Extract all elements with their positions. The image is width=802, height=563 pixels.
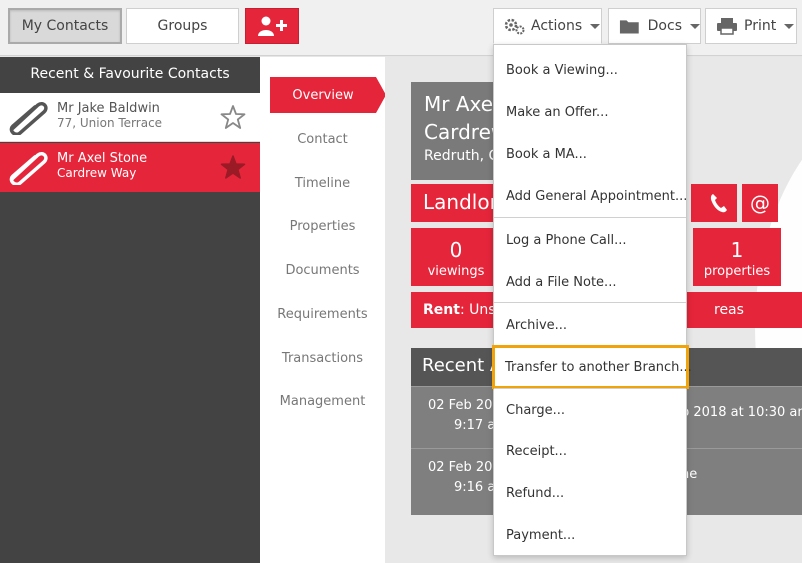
viewings-label: viewings xyxy=(427,264,485,279)
activity-description: b 2018 at 10:30 am xyxy=(681,405,802,420)
nav-management[interactable]: Management xyxy=(260,383,385,419)
recent-contacts-panel: Recent & Favourite Contacts Mr Jake Bald… xyxy=(0,57,268,563)
menu-divider xyxy=(494,302,686,303)
nav-contact[interactable]: Contact xyxy=(260,121,385,157)
rent-label: Rent xyxy=(423,302,460,318)
at-icon: @ xyxy=(750,191,770,215)
activity-date: 02 Feb 201 xyxy=(428,398,501,413)
menu-log-phone-call[interactable]: Log a Phone Call... xyxy=(494,219,686,261)
actions-dropdown-button[interactable]: Actions xyxy=(493,8,602,44)
email-button[interactable]: @ xyxy=(742,184,778,222)
menu-book-ma[interactable]: Book a MA... xyxy=(494,133,686,175)
folder-icon xyxy=(619,20,639,34)
nav-overview[interactable]: Overview xyxy=(270,77,386,113)
chevron-down-icon xyxy=(784,23,795,29)
printer-icon xyxy=(717,18,737,35)
properties-count: 1 xyxy=(730,238,744,262)
menu-book-viewing[interactable]: Book a Viewing... xyxy=(494,49,686,91)
recent-contacts-header: Recent & Favourite Contacts xyxy=(30,66,230,82)
viewings-count: 0 xyxy=(449,238,463,262)
paperclip-icon xyxy=(9,151,48,185)
menu-add-file-note[interactable]: Add a File Note... xyxy=(494,261,686,303)
rent-value: : Uns xyxy=(459,302,496,318)
add-person-icon xyxy=(258,16,287,36)
menu-make-offer[interactable]: Make an Offer... xyxy=(494,91,686,133)
call-button[interactable] xyxy=(701,184,737,222)
nav-timeline[interactable]: Timeline xyxy=(260,165,385,201)
rent-value-tail: reas xyxy=(714,302,744,318)
contact-item[interactable]: Mr Jake Baldwin 77, Union Terrace xyxy=(0,93,260,142)
chevron-down-icon xyxy=(690,23,700,29)
nav-properties[interactable]: Properties xyxy=(260,208,385,244)
docs-label: Docs xyxy=(647,18,682,34)
contact-type-badge: Landlord xyxy=(411,184,495,222)
menu-refund[interactable]: Refund... xyxy=(494,472,686,514)
menu-payment[interactable]: Payment... xyxy=(494,514,686,556)
star-outline-icon[interactable] xyxy=(220,104,246,130)
nav-label: Overview xyxy=(292,87,354,103)
contact-item-selected[interactable]: Mr Axel Stone Cardrew Way xyxy=(0,143,268,192)
menu-transfer-branch[interactable]: Transfer to another Branch... xyxy=(492,345,692,389)
menu-receipt[interactable]: Receipt... xyxy=(494,430,686,472)
nav-transactions[interactable]: Transactions xyxy=(260,340,385,376)
gears-icon xyxy=(504,18,525,35)
menu-divider xyxy=(494,217,686,218)
actions-dropdown-menu: Book a Viewing... Make an Offer... Book … xyxy=(492,44,692,556)
properties-label: properties xyxy=(703,264,771,279)
menu-add-general-appointment[interactable]: Add General Appointment... xyxy=(494,175,687,217)
actions-label: Actions xyxy=(531,18,583,34)
print-dropdown-button[interactable]: Print xyxy=(705,8,797,44)
nav-requirements[interactable]: Requirements xyxy=(260,296,385,332)
paperclip-icon xyxy=(9,101,48,135)
my-contacts-tab[interactable]: My Contacts xyxy=(8,8,122,44)
nav-documents[interactable]: Documents xyxy=(260,252,385,288)
activity-date: 02 Feb 201 xyxy=(428,460,501,475)
docs-dropdown-button[interactable]: Docs xyxy=(608,8,701,44)
menu-charge[interactable]: Charge... xyxy=(494,389,686,431)
contact-name: Mr Axel Stone xyxy=(57,151,148,166)
phone-icon xyxy=(710,194,727,213)
contact-section-nav: Overview Contact Timeline Properties Doc… xyxy=(260,57,386,563)
contact-address: 77, Union Terrace xyxy=(57,116,163,130)
groups-tab[interactable]: Groups xyxy=(126,8,239,44)
properties-stat[interactable]: 1 properties xyxy=(693,228,781,286)
add-contact-button[interactable] xyxy=(245,8,299,44)
contact-address: Cardrew Way xyxy=(57,166,137,180)
viewings-stat[interactable]: 0 viewings xyxy=(411,228,501,286)
contact-name: Mr Jake Baldwin xyxy=(57,101,160,116)
chevron-down-icon xyxy=(590,23,601,29)
star-filled-icon[interactable] xyxy=(220,154,246,180)
menu-archive[interactable]: Archive... xyxy=(494,304,686,346)
print-label: Print xyxy=(744,18,777,34)
